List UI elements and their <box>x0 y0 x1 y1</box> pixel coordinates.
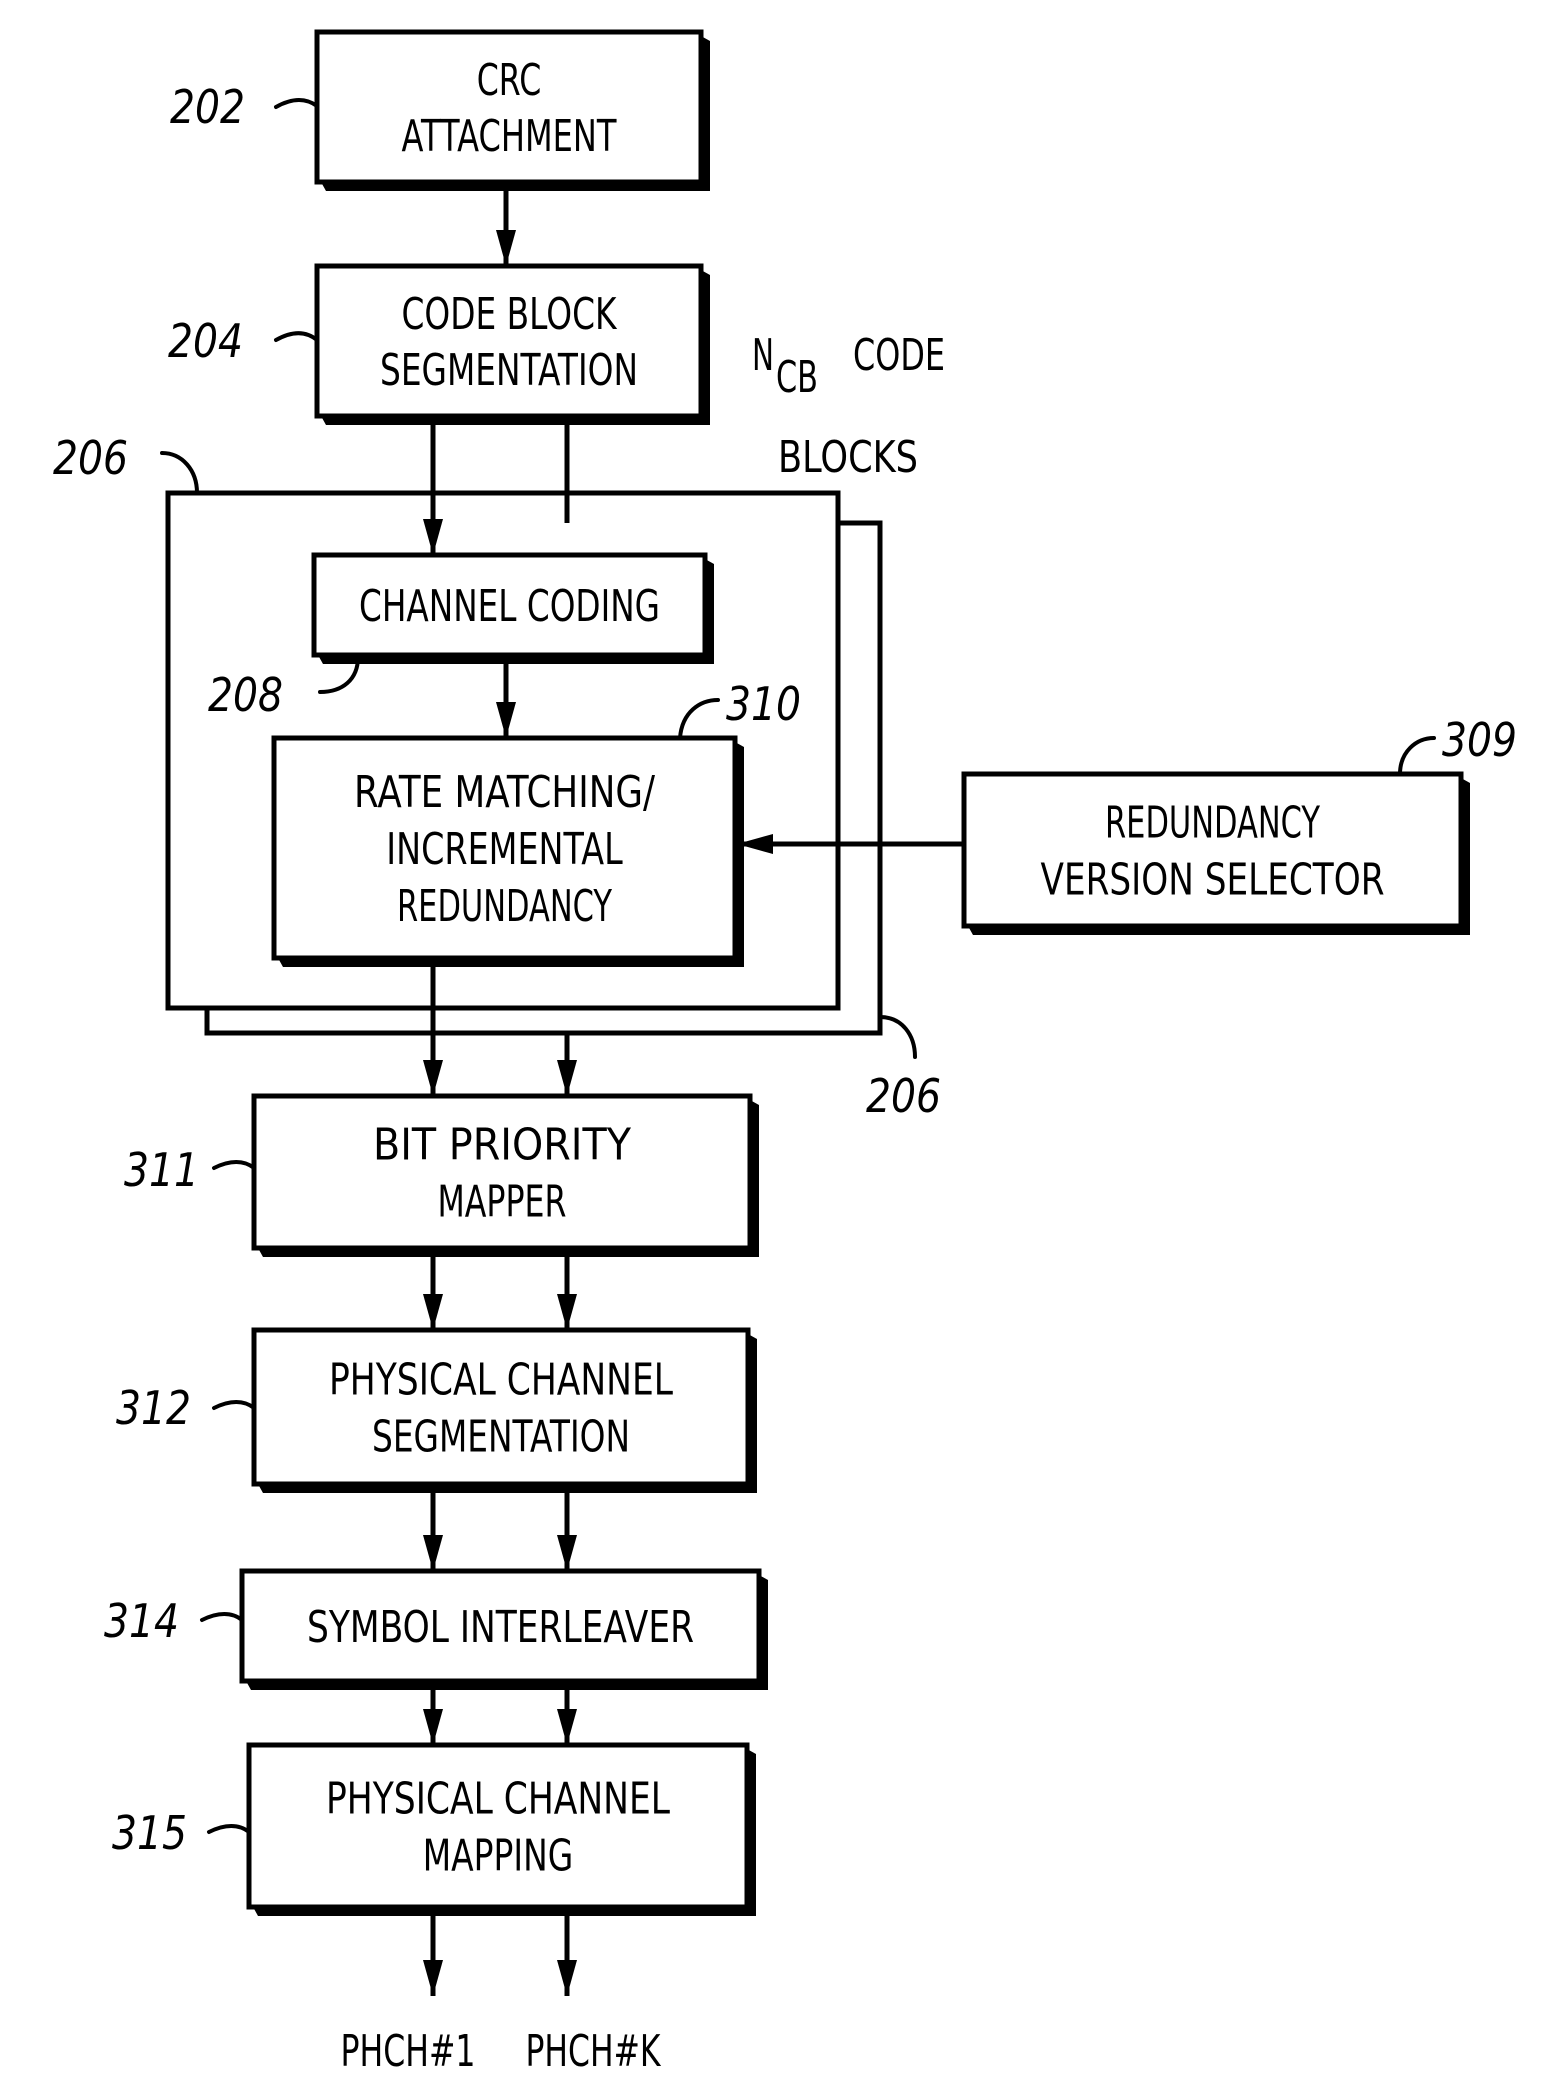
block-label: BIT PRIORITY <box>373 1120 631 1171</box>
block-label: PHYSICAL CHANNEL <box>326 1774 670 1825</box>
arrow-mapping-to-phch-1-arrowhead-icon <box>423 1960 443 1996</box>
arrow-rate-matching-to-bit-priority-1-arrowhead-icon <box>423 1060 443 1096</box>
output-label-phch-k: PHCH#K <box>526 2026 662 2077</box>
physical-channel-segmentation-block: PHYSICAL CHANNEL SEGMENTATION <box>251 1327 757 1493</box>
leader-204 <box>274 331 319 342</box>
leader-202 <box>274 98 319 109</box>
ref-label-206-front: 206 <box>53 431 128 485</box>
ncb-code-word: CODE <box>853 330 945 381</box>
ref-label-315: 315 <box>112 1806 187 1860</box>
physical-channel-mapping-block: PHYSICAL CHANNEL MAPPING <box>246 1742 756 1916</box>
crc-attachment-block: CRCATTACHMENT <box>314 29 710 191</box>
arrow-interleaver-to-mapping-1-arrowhead-icon <box>423 1709 443 1745</box>
arrow-interleaver-to-mapping-k-arrowhead-icon <box>557 1709 577 1745</box>
ref-label-314: 314 <box>104 1594 179 1648</box>
arrow-mapping-to-phch-k-arrowhead-icon <box>557 1960 577 1996</box>
ref-label-312: 312 <box>116 1381 191 1435</box>
ncb-subscript: CB <box>776 352 818 403</box>
arrow-bit-priority-to-segmentation-1-arrowhead-icon <box>423 1294 443 1330</box>
block-label: REDUNDANCY <box>1105 798 1320 849</box>
ref-label-202: 202 <box>170 80 245 134</box>
block-label: SEGMENTATION <box>380 345 638 396</box>
ref-label-208: 208 <box>208 668 283 722</box>
ncb-blocks-word: BLOCKS <box>778 432 918 483</box>
leader-311 <box>212 1160 256 1170</box>
arrow-segmentation-to-interleaver-1-arrowhead-icon <box>423 1535 443 1571</box>
leader-314 <box>200 1612 244 1622</box>
leader-206-back <box>878 1015 917 1059</box>
leader-309 <box>1398 736 1436 776</box>
block-frame <box>246 1742 750 1910</box>
ref-label-310: 310 <box>726 677 801 731</box>
leader-206-front <box>160 451 199 495</box>
arrow-bit-priority-to-segmentation-k-arrowhead-icon <box>557 1294 577 1330</box>
bit-priority-mapper-block: BIT PRIORITY MAPPER <box>251 1093 759 1257</box>
ref-label-204: 204 <box>168 314 243 368</box>
block-label: SYMBOL INTERLEAVER <box>307 1602 694 1653</box>
ncb-symbol: N <box>752 330 774 381</box>
symbol-interleaver-block: SYMBOL INTERLEAVER <box>239 1568 768 1690</box>
block-diagram: CRCATTACHMENTCODE BLOCKSEGMENTATIONCHANN… <box>53 29 1517 2077</box>
arrow-rate-matching-to-bit-priority-k-arrowhead-icon <box>557 1060 577 1096</box>
rate-matching-block: RATE MATCHING/INCREMENTAL REDUNDANCY <box>271 735 744 967</box>
code-block-segmentation-block: CODE BLOCKSEGMENTATION <box>314 263 710 425</box>
block-label: REDUNDANCY <box>397 881 612 932</box>
leader-312 <box>212 1400 256 1410</box>
block-label: CHANNEL CODING <box>359 581 660 632</box>
ref-label-311: 311 <box>124 1143 199 1197</box>
output-label-phch-1: PHCH#1 <box>341 2026 476 2077</box>
block-label: SEGMENTATION <box>372 1412 630 1463</box>
block-label: INCREMENTAL <box>386 824 623 875</box>
block-label: CODE BLOCK <box>402 289 618 340</box>
leader-315 <box>207 1824 251 1834</box>
block-label: PHYSICAL CHANNEL <box>329 1355 673 1406</box>
arrow-crc-to-segmentation-arrowhead-icon <box>496 230 516 266</box>
block-label: CRC <box>477 55 542 106</box>
block-label: MAPPING <box>423 1831 574 1882</box>
channel-coding-block: CHANNEL CODING <box>311 552 714 664</box>
block-label: MAPPER <box>438 1177 567 1228</box>
ref-label-309: 309 <box>1442 713 1517 767</box>
arrow-segmentation-to-interleaver-k-arrowhead-icon <box>557 1535 577 1571</box>
redundancy-version-selector-block: REDUNDANCY VERSION SELECTOR <box>961 771 1470 935</box>
block-label: ATTACHMENT <box>402 111 617 162</box>
ref-label-206-back: 206 <box>866 1069 941 1123</box>
block-label: RATE MATCHING/ <box>354 767 655 818</box>
block-label: VERSION SELECTOR <box>1041 855 1385 906</box>
